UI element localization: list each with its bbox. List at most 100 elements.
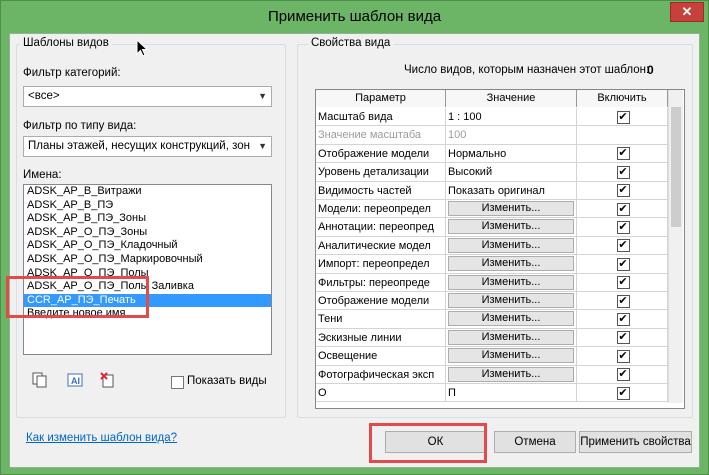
include-checkbox[interactable]: ✔	[616, 312, 630, 326]
edit-button[interactable]: Изменить...	[448, 311, 574, 327]
grid-row[interactable]: Отображение модели Изменить... ✔	[316, 292, 668, 311]
include-checkbox[interactable]: ✔	[616, 257, 630, 271]
value-cell[interactable]: Нормально	[446, 144, 577, 163]
dialog-client: Шаблоны видов Фильтр категорий: <все> ▼ …	[9, 33, 700, 468]
value-cell[interactable]: 1 : 100	[446, 108, 577, 126]
category-filter-select[interactable]: <все> ▼	[23, 86, 272, 107]
mouse-cursor-icon	[136, 38, 149, 62]
views-count-value: 0	[647, 63, 654, 77]
ok-button[interactable]: ОК	[385, 431, 486, 453]
grid-row[interactable]: Эскизные линии Изменить... ✔	[316, 328, 668, 348]
help-link[interactable]: Как изменить шаблон вида?	[26, 432, 177, 444]
grid-row[interactable]: Освещение Изменить... ✔	[316, 347, 668, 366]
grid-row[interactable]: Масштаб вида 1 : 100 ✔	[316, 108, 668, 127]
viewtype-filter-select[interactable]: Планы этажей, несущих конструкций, зон ▼	[23, 136, 272, 157]
include-checkbox[interactable]: ✔	[616, 386, 630, 400]
grid-row[interactable]: Уровень детализации Высокий ✔	[316, 163, 668, 182]
column-header-value[interactable]: Значение	[446, 90, 577, 107]
template-name-item[interactable]: ADSK_АР_О_ПЭ_Полы	[24, 267, 271, 281]
grid-scrollbar[interactable]	[668, 90, 683, 403]
template-name-item[interactable]: ADSK_АР_В_ПЭ_Зоны	[24, 212, 271, 226]
include-checkbox[interactable]: ✔	[616, 147, 630, 161]
template-name-item[interactable]: ADSK_АР_В_Витражи	[24, 185, 271, 199]
include-checkbox[interactable]: ✔	[616, 276, 630, 290]
delete-icon[interactable]	[98, 372, 118, 392]
edit-button[interactable]: Изменить...	[448, 237, 574, 253]
edit-button[interactable]: Изменить...	[448, 219, 574, 235]
template-name-item[interactable]: Введите новое имя	[24, 307, 271, 321]
parameter-cell: Отображение модели	[316, 144, 446, 163]
category-filter-value: <все>	[28, 90, 60, 102]
parameter-cell: Значение масштаба	[316, 126, 446, 145]
edit-button[interactable]: Изменить...	[448, 201, 574, 216]
edit-button[interactable]: Изменить...	[448, 348, 574, 364]
edit-button[interactable]: Изменить...	[448, 274, 574, 290]
grid-row[interactable]: Отображение модели Нормально ✔	[316, 144, 668, 164]
include-cell: ✔	[577, 236, 668, 255]
grid-row[interactable]: Импорт: переопредел Изменить... ✔	[316, 255, 668, 274]
include-cell: ✔	[577, 218, 668, 237]
close-button[interactable]: ✕	[670, 2, 704, 22]
parameter-cell: Видимость частей	[316, 181, 446, 200]
parameter-cell: Масштаб вида	[316, 108, 446, 126]
include-checkbox[interactable]: ✔	[616, 184, 630, 198]
duplicate-icon[interactable]	[30, 372, 50, 392]
value-cell: Изменить...	[446, 347, 577, 366]
grid-row[interactable]: О П ✔	[316, 384, 668, 403]
value-cell: Изменить...	[446, 292, 577, 310]
include-checkbox[interactable]: ✔	[616, 110, 630, 124]
title-bar[interactable]: Применить шаблон вида ✕	[1, 1, 708, 33]
include-cell: ✔	[577, 163, 668, 182]
properties-legend: Свойства вида	[308, 37, 394, 49]
grid-scrollbar-thumb[interactable]	[671, 107, 681, 227]
grid-row[interactable]: Видимость частей Показать оригинал ✔	[316, 181, 668, 200]
grid-row[interactable]: Значение масштаба 100	[316, 126, 668, 145]
edit-button[interactable]: Изменить...	[448, 329, 574, 345]
include-checkbox[interactable]: ✔	[616, 202, 630, 216]
column-header-parameter[interactable]: Параметр	[316, 90, 446, 107]
include-checkbox[interactable]: ✔	[616, 220, 630, 234]
value-cell[interactable]: Показать оригинал	[446, 181, 577, 200]
include-cell: ✔	[577, 255, 668, 274]
include-checkbox[interactable]: ✔	[616, 349, 630, 363]
apply-properties-button[interactable]: Применить свойства	[579, 431, 692, 453]
include-cell: ✔	[577, 200, 668, 218]
parameter-cell: Тени	[316, 310, 446, 329]
parameter-cell: Модели: переопредел	[316, 200, 446, 218]
edit-button[interactable]: Изменить...	[448, 256, 574, 272]
template-name-item[interactable]: ADSK_АР_О_ПЭ_Зоны	[24, 226, 271, 240]
include-checkbox[interactable]: ✔	[616, 294, 630, 308]
grid-row[interactable]: Фотографическая эксп Изменить... ✔	[316, 365, 668, 384]
grid-row[interactable]: Фильтры: переопреде Изменить... ✔	[316, 273, 668, 292]
value-cell[interactable]: Высокий	[446, 163, 577, 182]
grid-row[interactable]: Аннотации: переопред Изменить... ✔	[316, 218, 668, 237]
template-name-item[interactable]: CCR_АР_ПЭ_Печать	[24, 293, 271, 308]
include-checkbox[interactable]: ✔	[616, 331, 630, 345]
include-checkbox[interactable]: ✔	[616, 165, 630, 179]
edit-button[interactable]: Изменить...	[448, 293, 574, 308]
include-checkbox[interactable]: ✔	[616, 368, 630, 382]
include-cell: ✔	[577, 144, 668, 163]
column-header-include[interactable]: Включить	[577, 90, 668, 107]
grid-row[interactable]: Модели: переопредел Изменить... ✔	[316, 200, 668, 219]
include-cell: ✔	[577, 384, 668, 402]
value-cell: Изменить...	[446, 255, 577, 274]
parameter-cell: Фотографическая эксп	[316, 365, 446, 384]
value-cell[interactable]: П	[446, 384, 577, 402]
rename-icon[interactable]: AI	[65, 372, 85, 392]
edit-button[interactable]: Изменить...	[448, 366, 574, 382]
include-checkbox[interactable]: ✔	[616, 239, 630, 253]
value-cell: Изменить...	[446, 273, 577, 292]
grid-row[interactable]: Тени Изменить... ✔	[316, 310, 668, 329]
grid-row[interactable]: Аналитические модел Изменить... ✔	[316, 236, 668, 256]
cancel-button[interactable]: Отмена	[494, 431, 576, 453]
viewtype-filter-value: Планы этажей, несущих конструкций, зон	[28, 140, 250, 152]
template-name-item[interactable]: ADSK_АР_О_ПЭ_Полы Заливка	[24, 280, 271, 294]
template-name-item[interactable]: ADSK_АР_О_ПЭ_Кладочный	[24, 239, 271, 253]
show-views-checkbox[interactable]	[171, 376, 184, 389]
include-cell: ✔	[577, 181, 668, 200]
template-name-item[interactable]: ADSK_АР_О_ПЭ_Маркировочный	[24, 253, 271, 267]
value-cell[interactable]: 100	[446, 126, 577, 145]
template-names-list[interactable]: ADSK_АР_В_Витражи ADSK_АР_В_ПЭ ADSK_АР_В_П…	[23, 184, 272, 355]
template-name-item[interactable]: ADSK_АР_В_ПЭ	[24, 199, 271, 213]
